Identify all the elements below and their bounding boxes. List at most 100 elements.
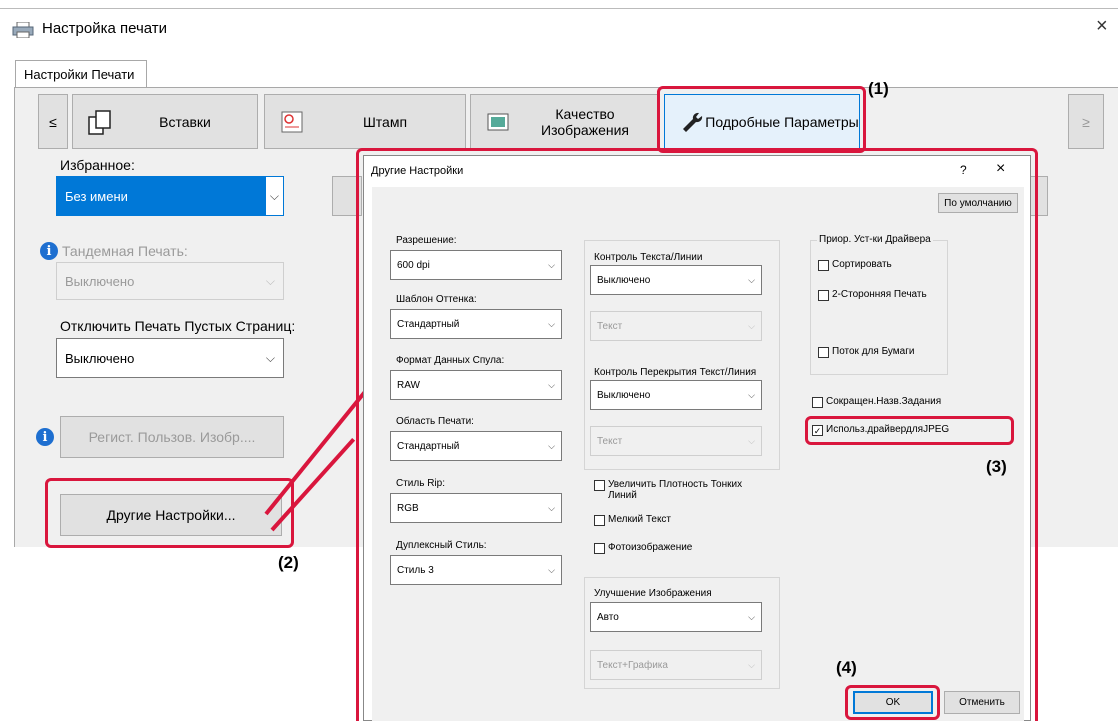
- checkbox-checked-icon: ✓: [812, 425, 823, 436]
- small-text-checkbox[interactable]: Мелкий Текст: [594, 514, 671, 526]
- chevron-down-icon: ⌵: [548, 564, 555, 575]
- chevron-down-icon: ⌵: [748, 320, 755, 331]
- checkbox-box: [594, 515, 605, 526]
- blank-pages-label: Отключить Печать Пустых Страниц:: [60, 318, 296, 334]
- pattern-value: Стандартный: [397, 318, 460, 330]
- ok-button[interactable]: OK: [853, 691, 933, 714]
- text-line-sub-value: Текст: [597, 320, 623, 332]
- blank-pages-select[interactable]: Выключено ⌵: [56, 338, 284, 378]
- info-icon: i: [36, 428, 54, 446]
- short-job-name-checkbox[interactable]: Сокращен.Назв.Задания: [812, 396, 941, 408]
- driver-priority-label: Приор. Уст-ки Драйвера: [817, 234, 933, 245]
- printer-icon: [12, 22, 34, 38]
- duplex-select[interactable]: Стиль 3 ⌵: [390, 555, 562, 585]
- enhance-sub-value: Текст+Графика: [597, 659, 668, 671]
- overlap-sub-value: Текст: [597, 435, 623, 447]
- callout-label-1: (1): [868, 79, 889, 98]
- tandem-value: Выключено: [65, 273, 135, 289]
- overlap-value: Выключено: [597, 389, 651, 401]
- info-icon: i: [40, 242, 58, 260]
- checkbox-box: [818, 290, 829, 301]
- enhance-sub-select[interactable]: Текст+Графика ⌵: [590, 650, 762, 680]
- callout-label-4: (4): [836, 658, 857, 677]
- pattern-select[interactable]: Стандартный ⌵: [390, 309, 562, 339]
- tab-inserts-label: Вставки: [159, 113, 211, 130]
- window-title: Настройка печати: [42, 20, 168, 37]
- enhance-label: Улучшение Изображения: [594, 588, 712, 599]
- rip-select[interactable]: RGB ⌵: [390, 493, 562, 523]
- defaults-button[interactable]: По умолчанию: [938, 193, 1018, 213]
- title-bar: [0, 8, 1118, 44]
- chevron-down-icon: ⌵: [548, 379, 555, 390]
- chevron-down-icon: ⌵: [548, 318, 555, 329]
- tab-inserts[interactable]: Вставки: [72, 94, 258, 149]
- print-area-label: Область Печати:: [396, 416, 474, 427]
- duplex-value: Стиль 3: [397, 564, 434, 576]
- short-job-name-label: Сокращен.Назв.Задания: [826, 396, 942, 407]
- overlap-select[interactable]: Выключено ⌵: [590, 380, 762, 410]
- spool-select[interactable]: RAW ⌵: [390, 370, 562, 400]
- thin-lines-label: Увеличить Плотность Тонких Линий: [608, 479, 743, 501]
- help-icon[interactable]: ?: [960, 163, 967, 177]
- favorites-select[interactable]: Без имени ⌵: [56, 176, 284, 216]
- overlap-label: Контроль Перекрытия Текст/Линия: [594, 367, 757, 378]
- resolution-value: 600 dpi: [397, 259, 430, 271]
- rip-label: Стиль Rip:: [396, 478, 445, 489]
- paper-flow-label: Поток для Бумаги: [832, 346, 915, 357]
- chevron-down-icon: ⌵: [265, 273, 275, 288]
- overlap-sub-select[interactable]: Текст ⌵: [590, 426, 762, 456]
- chevron-down-icon: ⌵: [748, 659, 755, 670]
- stamp-icon: [281, 111, 303, 132]
- checkbox-box: [594, 480, 605, 491]
- jpeg-driver-checkbox[interactable]: ✓ Использ.драйвердляJPEG: [812, 424, 949, 436]
- paper-flow-checkbox[interactable]: Поток для Бумаги: [818, 346, 914, 358]
- jpeg-driver-label: Использ.драйвердляJPEG: [826, 424, 950, 435]
- image-quality-icon: [487, 113, 509, 130]
- enhance-value: Авто: [597, 611, 619, 623]
- favorites-label: Избранное:: [60, 157, 135, 173]
- tandem-select[interactable]: Выключено ⌵: [56, 262, 284, 300]
- spool-value: RAW: [397, 379, 420, 391]
- pattern-label: Шаблон Оттенка:: [396, 294, 477, 305]
- checkbox-box: [594, 543, 605, 554]
- other-settings-button[interactable]: Другие Настройки...: [60, 494, 282, 536]
- chevron-down-icon: ⌵: [548, 259, 555, 270]
- cancel-button[interactable]: Отменить: [944, 691, 1020, 714]
- print-area-select[interactable]: Стандартный ⌵: [390, 431, 562, 461]
- sort-checkbox[interactable]: Сортировать: [818, 259, 892, 271]
- tab-stamp-label: Штамп: [362, 113, 408, 130]
- small-text-label: Мелкий Текст: [608, 514, 672, 525]
- nav-next-button[interactable]: ≥: [1068, 94, 1104, 149]
- tab-image-quality[interactable]: Качество Изображения: [470, 94, 660, 149]
- resolution-label: Разрешение:: [396, 235, 457, 246]
- resolution-select[interactable]: 600 dpi ⌵: [390, 250, 562, 280]
- callout-label-3: (3): [986, 457, 1007, 476]
- text-line-sub-select[interactable]: Текст ⌵: [590, 311, 762, 341]
- close-icon[interactable]: ×: [1096, 15, 1108, 38]
- two-sided-checkbox[interactable]: 2-Сторонняя Печать: [818, 289, 927, 301]
- rip-value: RGB: [397, 502, 419, 514]
- dialog-title: Другие Настройки: [371, 165, 464, 177]
- chevron-down-icon: ⌵: [265, 350, 275, 365]
- enhance-select[interactable]: Авто ⌵: [590, 602, 762, 632]
- thin-lines-checkbox[interactable]: Увеличить Плотность Тонких Линий: [594, 479, 764, 501]
- text-line-value: Выключено: [597, 274, 651, 286]
- tab-stamp[interactable]: Штамп: [264, 94, 466, 149]
- inserts-icon: [88, 109, 111, 135]
- checkbox-box: [818, 260, 829, 271]
- blank-pages-value: Выключено: [65, 350, 135, 366]
- photo-checkbox[interactable]: Фотоизображение: [594, 542, 692, 554]
- text-line-select[interactable]: Выключено ⌵: [590, 265, 762, 295]
- callout-label-2: (2): [278, 553, 299, 572]
- close-icon[interactable]: ×: [996, 160, 1005, 178]
- favorites-value: Без имени: [65, 188, 128, 204]
- print-area-value: Стандартный: [397, 440, 460, 452]
- chevron-down-icon: ⌵: [748, 611, 755, 622]
- checkbox-box: [812, 397, 823, 408]
- duplex-label: Дуплексный Стиль:: [396, 540, 487, 551]
- register-user-image-button[interactable]: Регист. Пользов. Изобр....: [60, 416, 284, 458]
- nav-prev-button[interactable]: ≤: [38, 94, 68, 149]
- chevron-down-icon: ⌵: [548, 502, 555, 513]
- sort-label: Сортировать: [832, 259, 892, 270]
- tab-print-settings[interactable]: Настройки Печати: [15, 60, 147, 88]
